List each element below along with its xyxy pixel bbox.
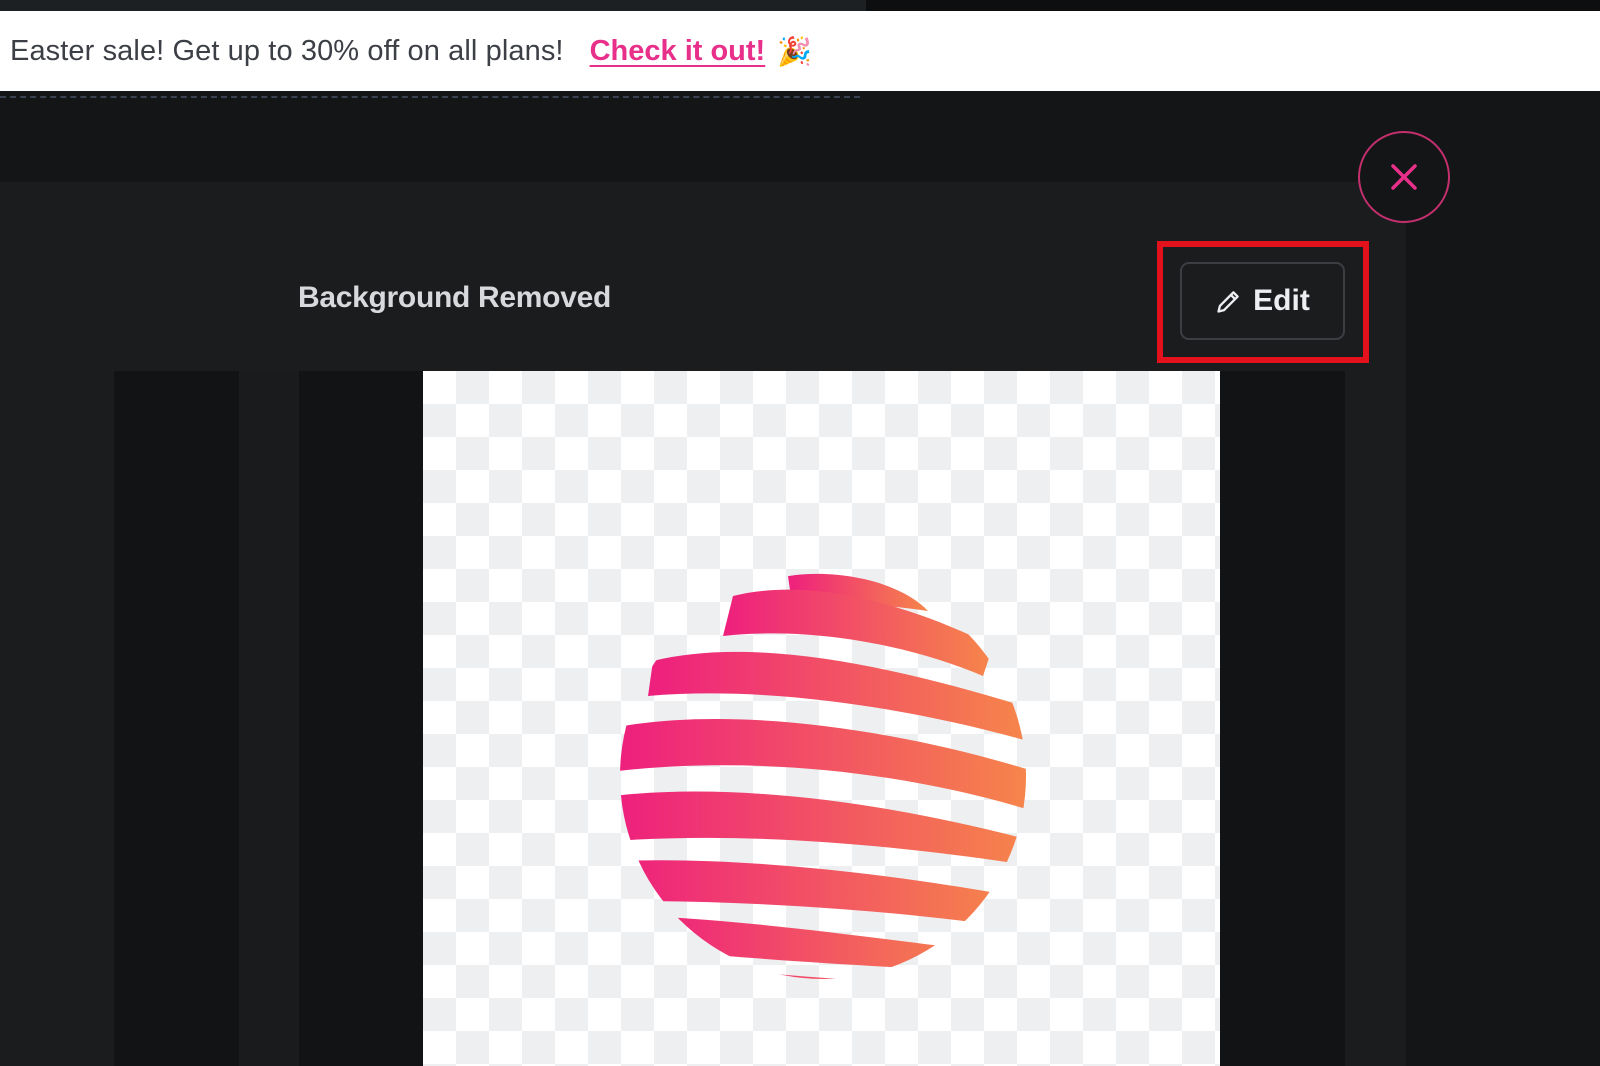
party-popper-icon: 🎉 [777,35,813,67]
globe-logo-image [620,573,1026,979]
original-image-column [114,371,239,1066]
promo-banner-link[interactable]: Check it out! [590,35,766,68]
promo-banner-text: Easter sale! Get up to 30% off on all pl… [10,34,564,67]
result-preview [423,371,1220,1066]
edit-button[interactable]: Edit [1180,262,1345,340]
column-gap [239,371,299,1066]
edit-label: Edit [1253,284,1310,317]
close-icon [1391,164,1417,190]
pencil-icon [1217,291,1239,313]
promo-banner: Easter sale! Get up to 30% off on all pl… [0,11,1600,91]
divider [0,96,860,98]
close-button[interactable] [1358,131,1450,223]
top-strip [0,0,1600,11]
panel-title: Background Removed [298,281,611,314]
